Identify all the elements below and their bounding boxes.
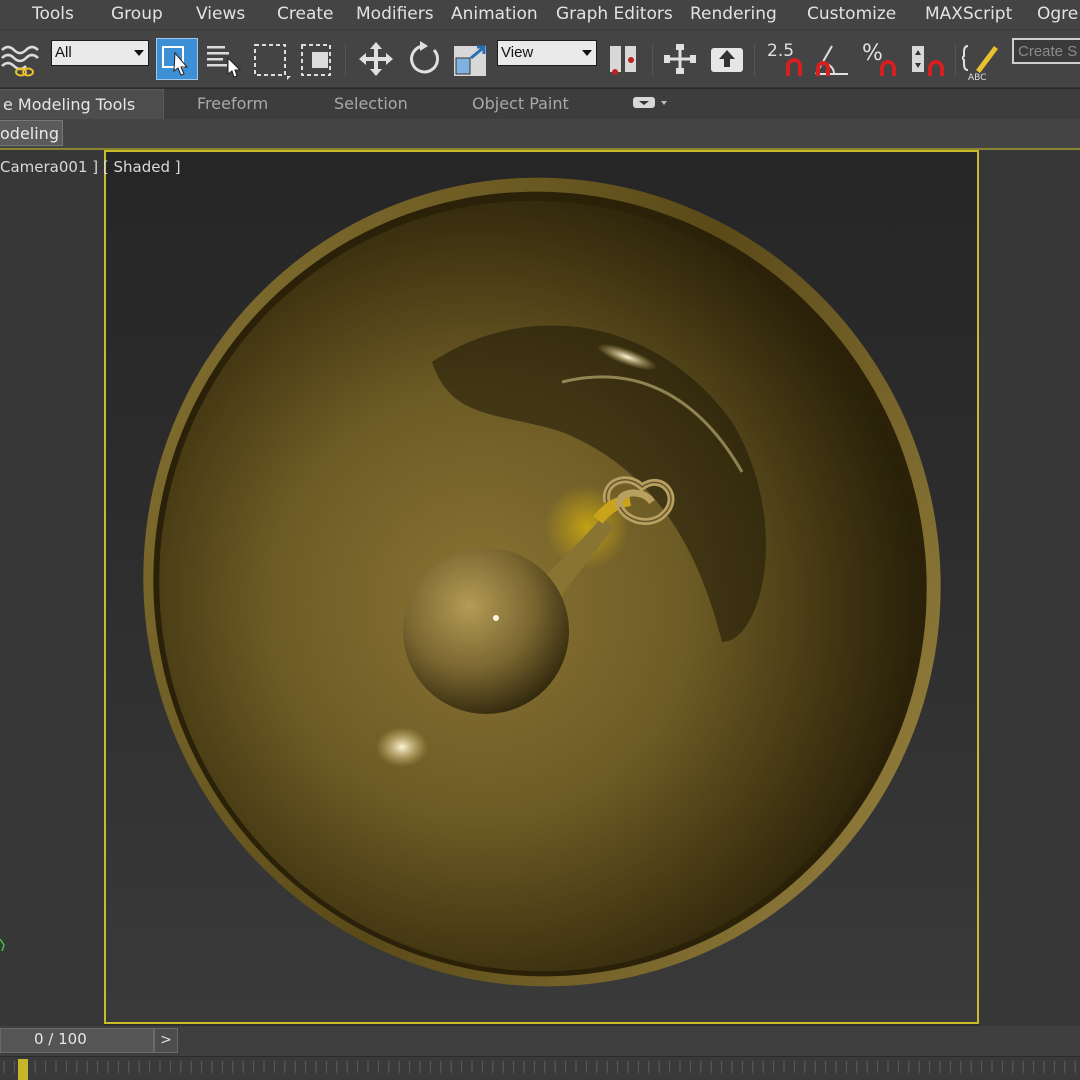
ribbon-options-icon[interactable] xyxy=(633,95,669,114)
menu-create[interactable]: Create xyxy=(277,4,334,24)
menu-views[interactable]: Views xyxy=(196,4,245,24)
menu-animation[interactable]: Animation xyxy=(451,4,538,24)
tab-selection[interactable]: Selection xyxy=(334,89,408,119)
toolbar-separator xyxy=(345,44,346,76)
tab-object-paint[interactable]: Object Paint xyxy=(472,89,569,119)
toolbar-separator xyxy=(754,44,755,76)
manipulate-icon[interactable] xyxy=(660,36,700,82)
menu-rendering[interactable]: Rendering xyxy=(690,4,777,24)
pivot-icon[interactable] xyxy=(605,36,645,82)
keyboard-shortcut-icon[interactable] xyxy=(707,36,747,82)
menu-modifiers[interactable]: Modifiers xyxy=(356,4,434,24)
ribbon-body: odeling xyxy=(0,119,1080,149)
tab-freeform[interactable]: Freeform xyxy=(197,89,268,119)
axis-y-indicator xyxy=(0,936,6,952)
select-object-icon[interactable] xyxy=(156,38,198,80)
snap-toggle-label: 2.5 xyxy=(767,41,794,61)
named-selection-placeholder: Create S xyxy=(1018,43,1078,60)
percent-snap-icon[interactable]: % xyxy=(860,36,900,82)
menu-graph-editors[interactable]: Graph Editors xyxy=(556,4,673,24)
trackbar[interactable] xyxy=(0,1056,1080,1080)
next-frame-button[interactable]: > xyxy=(154,1028,178,1053)
timeline: 0 / 100 > xyxy=(0,1026,1080,1056)
ribbon-panel-polygon-modeling[interactable]: odeling xyxy=(0,120,63,146)
toolbar-separator xyxy=(652,44,653,76)
ribbon-panel-label: odeling xyxy=(0,124,59,143)
left-viewport-panel[interactable] xyxy=(0,150,104,1026)
frame-counter: 0 / 100 xyxy=(34,1030,87,1048)
trackbar-ticks xyxy=(3,1061,1076,1073)
angle-snap-icon[interactable] xyxy=(812,36,852,82)
chevron-down-icon xyxy=(582,50,592,56)
bell-render xyxy=(143,177,941,987)
menu-maxscript[interactable]: MAXScript xyxy=(925,4,1012,24)
reference-coord-value: View xyxy=(501,44,534,61)
select-by-name-icon[interactable] xyxy=(204,36,244,82)
ribbon-tabs: e Modeling Tools Freeform Selection Obje… xyxy=(0,89,1080,119)
window-crossing-icon[interactable] xyxy=(298,36,338,82)
rotate-icon[interactable] xyxy=(403,36,443,82)
move-icon[interactable] xyxy=(356,36,396,82)
chevron-down-icon xyxy=(134,50,144,56)
bind-spacewarp-icon[interactable] xyxy=(0,36,40,82)
time-marker[interactable] xyxy=(18,1059,28,1080)
viewport-label[interactable]: Camera001 ] [ Shaded ] xyxy=(0,158,181,176)
selection-filter-dropdown[interactable]: All xyxy=(51,40,149,66)
menu-bar: Tools Group Views Create Modifiers Anima… xyxy=(0,0,1080,30)
menu-tools[interactable]: Tools xyxy=(32,4,74,24)
spinner-snap-icon[interactable] xyxy=(908,36,948,82)
toolbar-separator xyxy=(955,44,956,76)
scale-icon[interactable] xyxy=(451,36,491,82)
named-selection-set-input[interactable]: Create S xyxy=(1012,38,1080,64)
main-toolbar: All View 2.5 % ABC xyxy=(0,30,1080,88)
snap-toggle-icon[interactable]: 2.5 xyxy=(764,36,804,82)
tab-modeling-tools[interactable]: e Modeling Tools xyxy=(0,89,164,119)
percent-snap-label: % xyxy=(862,41,883,66)
abc-label: ABC xyxy=(968,73,986,82)
right-viewport-panel[interactable] xyxy=(979,150,1080,1026)
menu-group[interactable]: Group xyxy=(111,4,163,24)
edit-named-selection-icon[interactable]: ABC xyxy=(962,36,1002,82)
menu-customize[interactable]: Customize xyxy=(807,4,896,24)
reference-coord-dropdown[interactable]: View xyxy=(497,40,597,66)
selection-filter-value: All xyxy=(55,44,72,61)
rect-region-icon[interactable] xyxy=(251,36,291,82)
camera-viewport[interactable] xyxy=(104,150,979,1024)
menu-ogre[interactable]: Ogre xyxy=(1037,4,1078,24)
